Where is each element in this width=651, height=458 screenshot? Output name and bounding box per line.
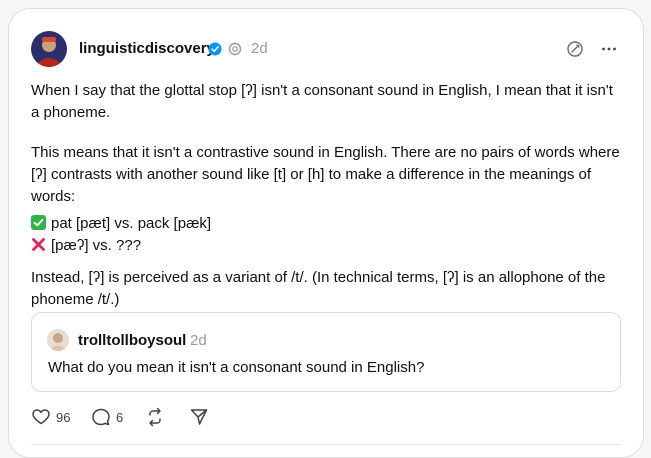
divider xyxy=(31,444,621,445)
quoted-post-text: What do you mean it isn't a consonant so… xyxy=(48,359,425,376)
check-mark-icon xyxy=(31,215,46,230)
post-paragraph: This means that it isn't a contrastive s… xyxy=(31,144,620,205)
heart-icon xyxy=(32,409,50,425)
reply-count: 6 xyxy=(116,409,124,425)
author-name[interactable]: linguisticdiscovery xyxy=(79,39,215,59)
list-item-text: [pæʔ] vs. ??? xyxy=(51,237,142,254)
quoted-author-name[interactable]: trolltollboysoul xyxy=(78,331,186,351)
verified-badge-icon xyxy=(208,42,222,56)
list-item: pat [pæt] vs. pack [pæk] xyxy=(31,213,623,235)
quoted-post-time: 2d xyxy=(190,332,207,349)
post-time: 2d xyxy=(251,40,268,57)
comment-icon xyxy=(92,408,110,426)
edit-icon[interactable] xyxy=(566,40,584,58)
threads-reply-icon xyxy=(228,42,242,56)
quoted-author-avatar[interactable] xyxy=(47,329,69,351)
repost-icon xyxy=(149,407,161,427)
quoted-post[interactable]: trolltollboysoul 2d What do you mean it … xyxy=(31,312,621,392)
post-paragraph: When I say that the glottal stop [ʔ] isn… xyxy=(31,82,613,121)
share-button[interactable] xyxy=(189,406,209,428)
reply-button[interactable]: 6 xyxy=(91,406,123,428)
repost-button[interactable] xyxy=(145,406,165,428)
list-item-text: pat [pæt] vs. pack [pæk] xyxy=(51,215,212,232)
cross-mark-icon xyxy=(32,238,45,251)
like-button[interactable]: 96 xyxy=(31,406,70,428)
post-card: linguisticdiscovery 2d When I say that t… xyxy=(8,8,644,458)
author-avatar[interactable] xyxy=(31,31,67,67)
send-icon xyxy=(190,409,208,425)
post-paragraph: Instead, [ʔ] is perceived as a variant o… xyxy=(31,269,606,308)
list-item: [pæʔ] vs. ??? xyxy=(31,235,623,257)
more-options-icon[interactable] xyxy=(600,40,618,58)
like-count: 96 xyxy=(56,409,71,425)
